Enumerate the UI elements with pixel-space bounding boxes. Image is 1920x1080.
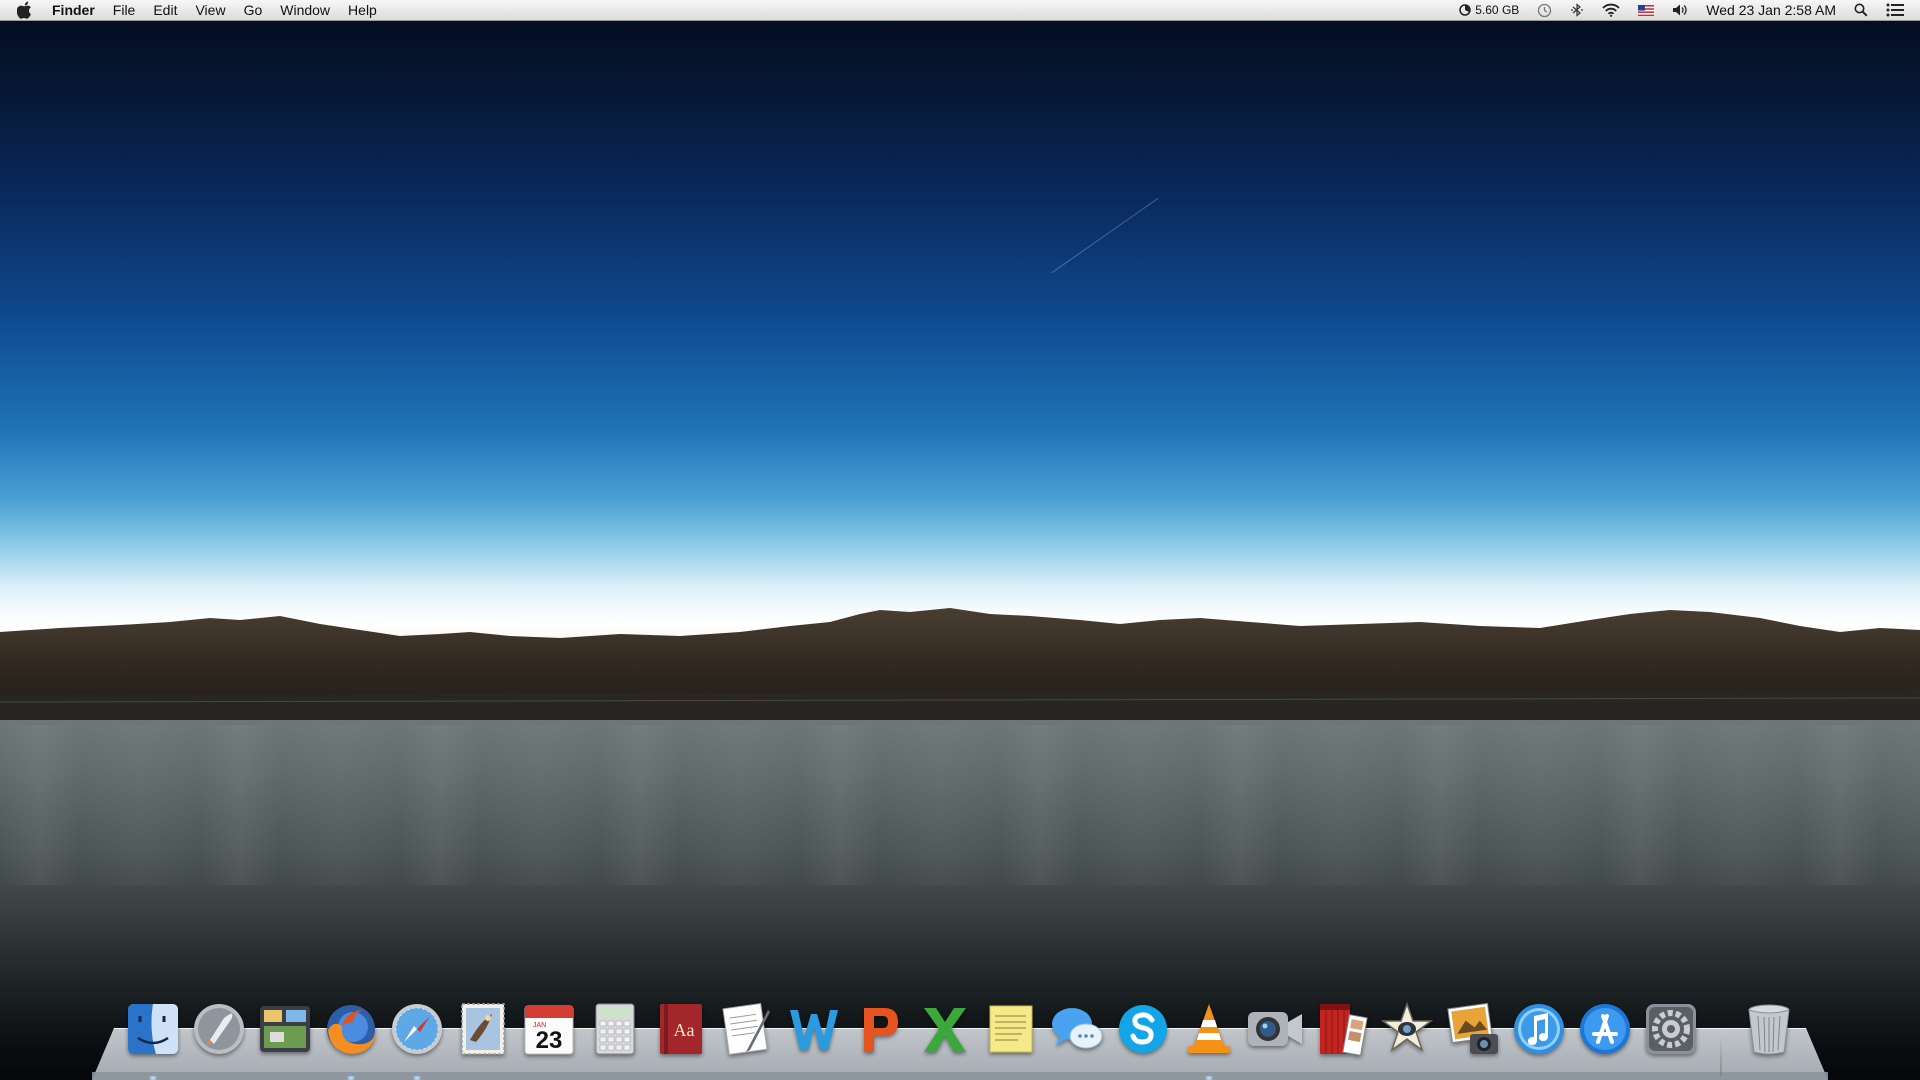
- time-machine-icon[interactable]: [1537, 0, 1552, 21]
- vlc-running-indicator: [1205, 1076, 1213, 1080]
- volume-icon[interactable]: [1672, 0, 1688, 21]
- app-menu-finder[interactable]: Finder: [43, 0, 104, 21]
- bluetooth-icon[interactable]: [1570, 0, 1584, 21]
- lake-reflection: [0, 725, 1920, 885]
- desktop[interactable]: Finder File Edit View Go Window Help 5.6…: [0, 0, 1920, 1080]
- dock-dictionary-icon[interactable]: Aa: [652, 1000, 710, 1058]
- menu-file[interactable]: File: [104, 0, 145, 21]
- dock-mission-control-icon[interactable]: [256, 1000, 314, 1058]
- dock-itunes-icon[interactable]: [1510, 1000, 1568, 1058]
- safari-running-indicator: [413, 1076, 421, 1080]
- us-flag-input-icon[interactable]: [1638, 0, 1655, 21]
- finder-running-indicator: [149, 1076, 157, 1080]
- dock-stickies-icon[interactable]: [982, 1000, 1040, 1058]
- dock-excel-icon[interactable]: [916, 1000, 974, 1058]
- dictionary-label: Aa: [674, 1020, 695, 1040]
- menu-edit[interactable]: Edit: [144, 0, 186, 21]
- menu-bar: Finder File Edit View Go Window Help 5.6…: [0, 0, 1920, 21]
- memory-gauge-icon: [1459, 4, 1471, 16]
- dock-powerpoint-icon[interactable]: [850, 1000, 908, 1058]
- dock-finder-icon[interactable]: [124, 1000, 182, 1058]
- dock-word-icon[interactable]: [784, 1000, 842, 1058]
- notification-center-icon[interactable]: [1886, 0, 1904, 21]
- dock-firefox-icon[interactable]: [322, 1000, 380, 1058]
- dock-vlc-icon[interactable]: [1180, 1000, 1238, 1058]
- dock-launchpad-icon[interactable]: [190, 1000, 248, 1058]
- dock-textedit-icon[interactable]: [718, 1000, 776, 1058]
- spotlight-icon[interactable]: [1854, 0, 1868, 21]
- mountain-range: [0, 608, 1920, 730]
- memory-label: 5.60 GB: [1475, 3, 1520, 17]
- dock-iphoto-icon[interactable]: [1444, 1000, 1502, 1058]
- menu-window[interactable]: Window: [271, 0, 339, 21]
- dock-safari-icon[interactable]: [388, 1000, 446, 1058]
- dock-trash-icon[interactable]: [1740, 1000, 1798, 1058]
- dock-messages-icon[interactable]: [1048, 1000, 1106, 1058]
- apple-menu-icon[interactable]: [17, 0, 35, 21]
- dock-calculator-icon[interactable]: [586, 1000, 644, 1058]
- dock-app-store-icon[interactable]: [1576, 1000, 1634, 1058]
- menu-help[interactable]: Help: [339, 0, 386, 21]
- dock-mail-icon[interactable]: [454, 1000, 512, 1058]
- menubar-clock[interactable]: Wed 23 Jan 2:58 AM: [1706, 2, 1836, 18]
- wifi-icon[interactable]: [1602, 0, 1620, 21]
- dock-calendar-icon[interactable]: JAN 23: [520, 1000, 578, 1058]
- dock-imovie-icon[interactable]: [1378, 1000, 1436, 1058]
- menu-go[interactable]: Go: [235, 0, 272, 21]
- dock-facetime-icon[interactable]: [1246, 1000, 1304, 1058]
- menu-view[interactable]: View: [186, 0, 234, 21]
- memory-status[interactable]: 5.60 GB: [1459, 0, 1519, 21]
- dock-system-preferences-icon[interactable]: [1642, 1000, 1700, 1058]
- dock-skype-icon[interactable]: [1114, 1000, 1172, 1058]
- calendar-day-label: 23: [536, 1027, 563, 1054]
- sky-streak: [1051, 197, 1159, 274]
- dock-separator: [1720, 1030, 1722, 1076]
- firefox-running-indicator: [347, 1076, 355, 1080]
- dock-photo-booth-icon[interactable]: [1312, 1000, 1370, 1058]
